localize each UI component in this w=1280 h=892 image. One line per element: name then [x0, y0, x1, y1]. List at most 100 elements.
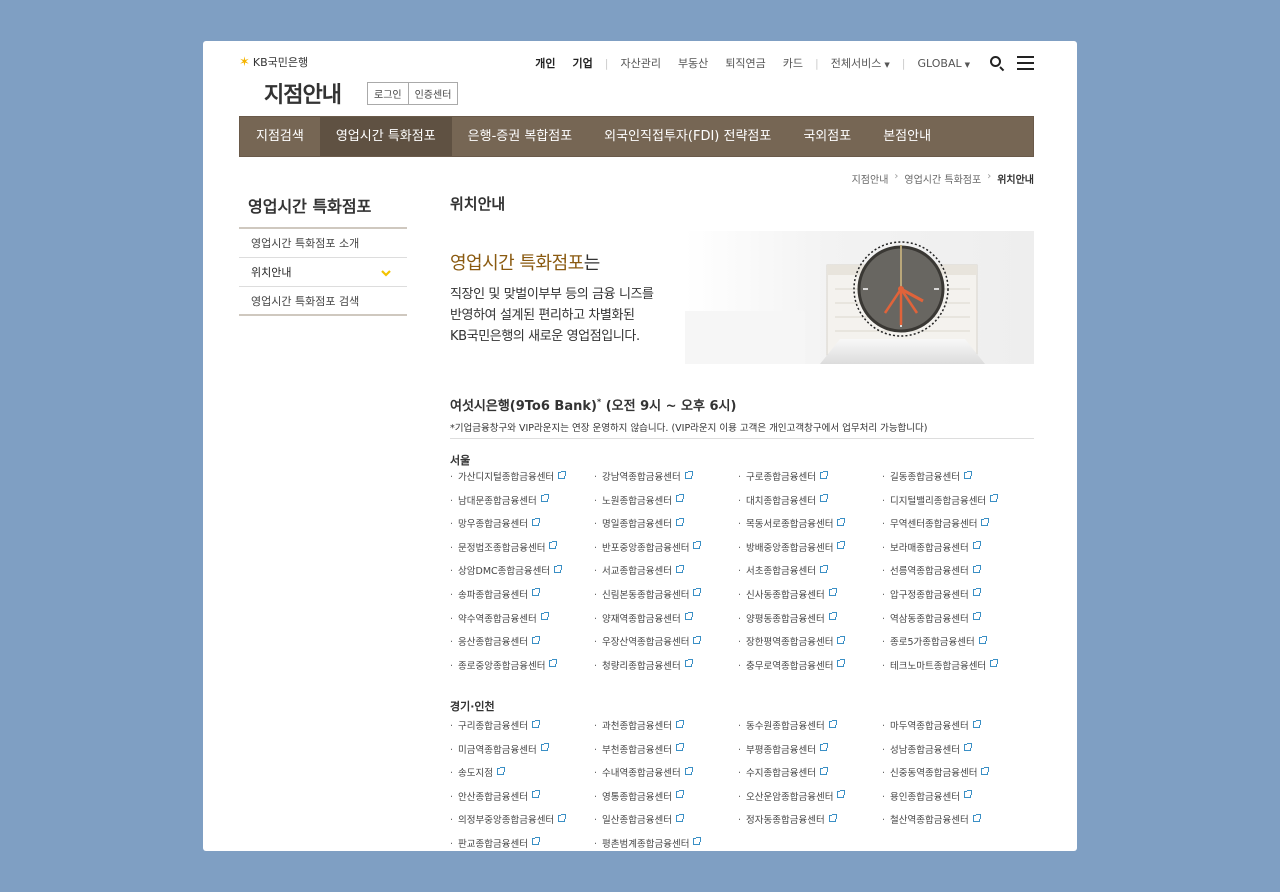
branch-link[interactable]: · 양재역종합금융센터 [594, 612, 738, 628]
branch-link[interactable]: · 미금역종합금융센터 [450, 743, 594, 759]
branch-link[interactable]: · 평촌범계종합금융센터 [594, 837, 738, 851]
branch-link[interactable]: · 수내역종합금융센터 [594, 766, 738, 782]
kb-logo[interactable]: ✶ KB국민은행 [239, 55, 308, 70]
sidebar-item-search[interactable]: 영업시간 특화점포 검색 [239, 287, 407, 316]
branch-link[interactable]: · 충무로역종합금융센터 [738, 659, 882, 675]
branch-link[interactable]: · 구리종합금융센터 [450, 719, 594, 735]
branch-link[interactable]: · 오산운암종합금융센터 [738, 790, 882, 806]
cert-center-button[interactable]: 인증센터 [407, 83, 458, 104]
site-title[interactable]: 지점안내 [264, 77, 342, 109]
branch-link[interactable]: · 명일종합금융센터 [594, 517, 738, 533]
branch-link[interactable]: · 보라매종합금융센터 [882, 541, 1034, 557]
branch-link[interactable]: · 압구정종합금융센터 [882, 588, 1034, 604]
branch-link[interactable]: · 안산종합금융센터 [450, 790, 594, 806]
external-link-icon [972, 588, 981, 597]
gnb-asset[interactable]: 자산관리 [620, 55, 660, 71]
gnb-global[interactable]: GLOBAL ▼ [917, 57, 970, 70]
branch-link[interactable]: · 신사동종합금융센터 [738, 588, 882, 604]
breadcrumb-item[interactable]: 지점안내 [852, 171, 889, 186]
branch-link[interactable]: · 반포중앙종합금융센터 [594, 541, 738, 557]
branch-link[interactable]: · 신림본동종합금융센터 [594, 588, 738, 604]
gnb-pension[interactable]: 퇴직연금 [725, 55, 765, 71]
hamburger-menu-icon[interactable] [1017, 56, 1034, 70]
branch-link[interactable]: · 송도지점 [450, 766, 594, 782]
branch-link[interactable]: · 부평종합금융센터 [738, 743, 882, 759]
branch-link[interactable]: · 과천종합금융센터 [594, 719, 738, 735]
branch-link[interactable]: · 장한평역종합금융센터 [738, 635, 882, 651]
branch-link[interactable]: · 종로5가종합금융센터 [882, 635, 1034, 651]
branch-link[interactable]: · 노원종합금융센터 [594, 494, 738, 510]
bullet-dot: · [882, 613, 886, 625]
branch-link[interactable]: · 동수원종합금융센터 [738, 719, 882, 735]
nav-special-hours[interactable]: 영업시간 특화점포 [319, 117, 452, 156]
branch-name: 상암DMC종합금융센터 [458, 566, 551, 578]
chevron-right-icon: › [894, 171, 899, 182]
bullet-dot: · [882, 660, 886, 672]
branch-link[interactable]: · 강남역종합금융센터 [594, 470, 738, 486]
external-link-icon [531, 635, 540, 644]
breadcrumb-item[interactable]: 영업시간 특화점포 [904, 171, 981, 186]
branch-link[interactable]: · 가산디지털종합금융센터 [450, 470, 594, 486]
branch-name: 신림본동종합금융센터 [602, 589, 690, 601]
branch-link[interactable]: · 용인종합금융센터 [882, 790, 1034, 806]
branch-link[interactable]: · 선릉역종합금융센터 [882, 564, 1034, 580]
intro-description: 직장인 및 맞벌이부부 등의 금융 니즈를 반영하여 설계된 편리하고 차별화된… [450, 284, 654, 347]
branch-link[interactable]: · 구로종합금융센터 [738, 470, 882, 486]
external-link-icon [972, 564, 981, 573]
branch-link[interactable]: · 의정부중앙종합금융센터 [450, 813, 594, 829]
external-link-icon [531, 719, 540, 728]
branch-link[interactable]: · 무역센터종합금융센터 [882, 517, 1034, 533]
bullet-dot: · [450, 660, 454, 672]
branch-link[interactable]: · 양평동종합금융센터 [738, 612, 882, 628]
branch-link[interactable]: · 청량리종합금융센터 [594, 659, 738, 675]
gnb-all-services-label: 전체서비스 [830, 57, 882, 70]
branch-link[interactable]: · 판교종합금융센터 [450, 837, 594, 851]
branch-link[interactable]: · 철산역종합금융센터 [882, 813, 1034, 829]
branch-link[interactable]: · 우장산역종합금융센터 [594, 635, 738, 651]
branch-link[interactable]: · 서초종합금융센터 [738, 564, 882, 580]
branch-link[interactable]: · 영통종합금융센터 [594, 790, 738, 806]
branch-link[interactable]: · 종로중앙종합금융센터 [450, 659, 594, 675]
branch-link[interactable]: · 대치종합금융센터 [738, 494, 882, 510]
branch-link[interactable]: · 성남종합금융센터 [882, 743, 1034, 759]
nav-bank-securities[interactable]: 은행-증권 복합점포 [452, 117, 589, 156]
gnb-all-services[interactable]: 전체서비스 ▼ [831, 55, 890, 71]
branch-name: 부평종합금융센터 [746, 744, 816, 756]
nav-fdi[interactable]: 외국인직접투자(FDI) 전략점포 [588, 117, 787, 156]
branch-link[interactable]: · 수지종합금융센터 [738, 766, 882, 782]
branch-link[interactable]: · 신중동역종합금융센터 [882, 766, 1034, 782]
branch-link[interactable]: · 응산종합금융센터 [450, 635, 594, 651]
branch-link[interactable]: · 마두역종합금융센터 [882, 719, 1034, 735]
branch-link[interactable]: · 부천종합금융센터 [594, 743, 738, 759]
branch-link[interactable]: · 문정법조종합금융센터 [450, 541, 594, 557]
branch-link[interactable]: · 일산종합금융센터 [594, 813, 738, 829]
gnb-card[interactable]: 카드 [783, 55, 803, 71]
nav-branch-search[interactable]: 지점검색 [240, 117, 320, 156]
breadcrumb-current: 위치안내 [997, 175, 1034, 186]
sidebar-item-intro[interactable]: 영업시간 특화점포 소개 [239, 229, 407, 258]
search-icon[interactable] [989, 55, 1005, 72]
global-nav: 개인 기업 | 자산관리 부동산 퇴직연금 카드 | 전체서비스 ▼ | GLOB… [518, 55, 1034, 72]
gnb-business[interactable]: 기업 [572, 55, 592, 71]
branch-link[interactable]: · 테크노마트종합금융센터 [882, 659, 1034, 675]
branch-link[interactable]: · 목동서로종합금융센터 [738, 517, 882, 533]
branch-link[interactable]: · 남대문종합금융센터 [450, 494, 594, 510]
branch-link[interactable]: · 약수역종합금융센터 [450, 612, 594, 628]
branch-link[interactable]: · 길동종합금융센터 [882, 470, 1034, 486]
nav-headquarters[interactable]: 본점안내 [867, 117, 947, 156]
branch-link[interactable]: · 역삼동종합금융센터 [882, 612, 1034, 628]
branch-link[interactable]: · 상암DMC종합금융센터 [450, 564, 594, 580]
branch-link[interactable]: · 디지털밸리종합금융센터 [882, 494, 1034, 510]
bullet-dot: · [738, 589, 742, 601]
sidebar-item-location[interactable]: 위치안내 [239, 258, 407, 287]
login-button[interactable]: 로그인 [368, 83, 408, 104]
branch-link[interactable]: · 정자동종합금융센터 [738, 813, 882, 829]
branch-link[interactable]: · 서교종합금융센터 [594, 564, 738, 580]
branch-link[interactable]: · 방배중앙종합금융센터 [738, 541, 882, 557]
branch-link[interactable]: · 송파종합금융센터 [450, 588, 594, 604]
branch-link[interactable]: · 망우종합금융센터 [450, 517, 594, 533]
nav-overseas[interactable]: 국외점포 [787, 117, 867, 156]
gnb-personal[interactable]: 개인 [535, 55, 555, 71]
gnb-realestate[interactable]: 부동산 [678, 55, 708, 71]
bullet-dot: · [450, 791, 454, 803]
